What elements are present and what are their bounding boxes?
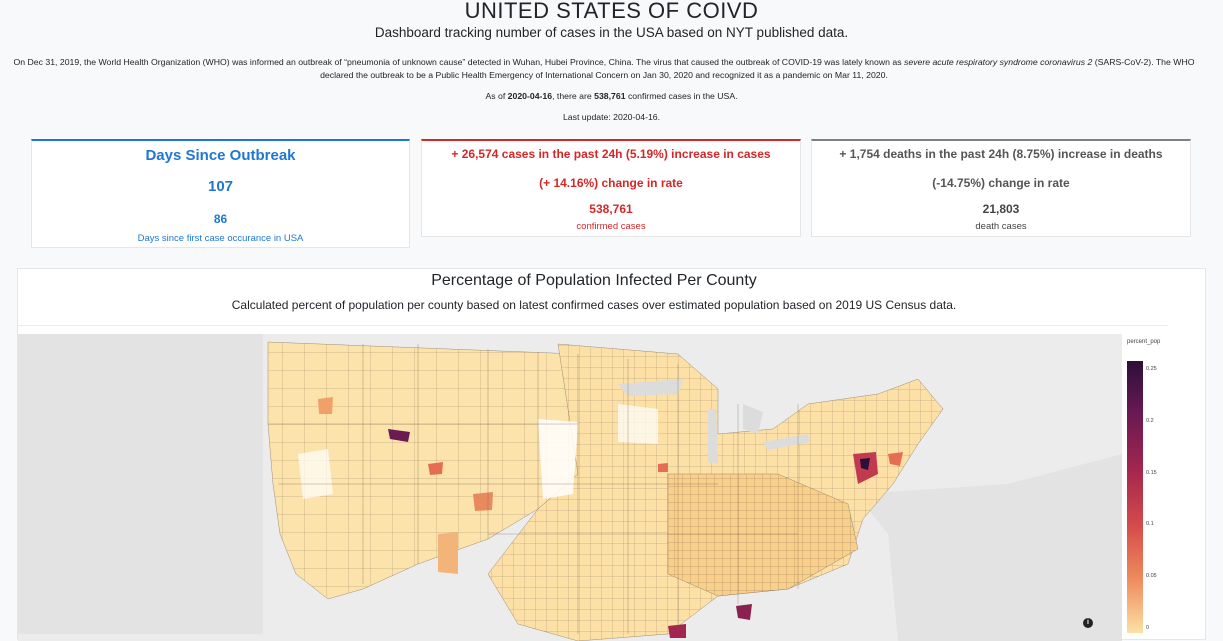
hotspot-washington <box>318 397 333 414</box>
asof-date: 2020-04-16 <box>507 91 553 101</box>
days-since-first-case-value: 86 <box>213 212 228 226</box>
legend-tick: 0 <box>1146 625 1150 631</box>
hotspot-colorado <box>473 492 493 511</box>
deaths-card-title: + 1,754 deaths in the past 24h (8.75%) i… <box>839 147 1163 161</box>
asof-suffix: confirmed cases in the USA. <box>625 91 738 101</box>
map-divider <box>18 325 1168 326</box>
map-title: Percentage of Population Infected Per Co… <box>431 272 757 289</box>
cases-rate-change: (+ 14.16%) change in rate <box>539 176 683 190</box>
confirmed-cases-value: 538,761 <box>589 202 633 216</box>
intro-paragraph: On Dec 31, 2019, the World Health Organi… <box>0 56 1208 82</box>
hotspot-chicago <box>658 463 668 472</box>
ocean-area <box>18 334 263 634</box>
legend-tick: 0.2 <box>1146 418 1154 424</box>
colorbar <box>1127 361 1143 633</box>
days-since-outbreak-value: 107 <box>207 178 234 195</box>
intro-text-part1: On Dec 31, 2019, the World Health Organi… <box>13 57 904 67</box>
colorbar-legend: percent_pop 0.25 0.2 0.15 0.1 0.05 0 <box>1123 334 1207 641</box>
county-map-svg[interactable] <box>18 334 1122 641</box>
virus-name: severe acute respiratory syndrome corona… <box>903 57 1093 67</box>
days-since-first-case-label: Days since first case occurance in USA <box>137 233 304 244</box>
asof-count: 538,761 <box>594 91 626 101</box>
death-cases-value: 21,803 <box>982 202 1020 216</box>
page-title: UNITED STATES OF COIVD <box>464 0 759 23</box>
arizona-counties <box>438 532 458 574</box>
hotspot-louisiana <box>668 624 686 638</box>
hotspot-georgia <box>736 604 752 620</box>
days-since-outbreak-card: Days Since Outbreak 107 86 Days since fi… <box>31 139 410 248</box>
legend-tick: 0.15 <box>1146 470 1157 476</box>
choropleth-map[interactable] <box>18 334 1122 641</box>
deaths-rate-change: (-14.75%) change in rate <box>932 176 1070 190</box>
days-card-title: Days Since Outbreak <box>145 147 296 164</box>
no-data-region-nevada <box>298 449 333 499</box>
legend-tick: 0.25 <box>1146 366 1157 372</box>
no-data-region-plains <box>538 419 578 499</box>
legend-tick: 0.1 <box>1146 521 1154 527</box>
map-description: Calculated percent of population per cou… <box>231 298 957 312</box>
legend-tick: 0.05 <box>1146 573 1157 579</box>
info-icon[interactable]: i <box>1083 618 1093 628</box>
page-subtitle: Dashboard tracking number of cases in th… <box>374 25 849 40</box>
confirmed-cases-label: confirmed cases <box>576 221 646 232</box>
confirmed-cases-card: + 26,574 cases in the past 24h (5.19%) i… <box>421 139 801 237</box>
asof-mid: , there are <box>552 91 595 101</box>
county-map-panel: Percentage of Population Infected Per Co… <box>17 268 1207 641</box>
death-cases-card: + 1,754 deaths in the past 24h (8.75%) i… <box>811 139 1191 237</box>
last-update: Last update: 2020-04-16. <box>562 112 661 122</box>
death-cases-label: death cases <box>975 221 1027 232</box>
legend-title: percent_pop <box>1127 339 1161 345</box>
no-data-region-north <box>618 404 658 444</box>
as-of-line: As of 2020-04-16, there are 538,761 conf… <box>0 91 1223 101</box>
hotspot-utah <box>428 462 443 475</box>
cases-card-title: + 26,574 cases in the past 24h (5.19%) i… <box>451 147 771 161</box>
asof-prefix: As of <box>485 91 508 101</box>
